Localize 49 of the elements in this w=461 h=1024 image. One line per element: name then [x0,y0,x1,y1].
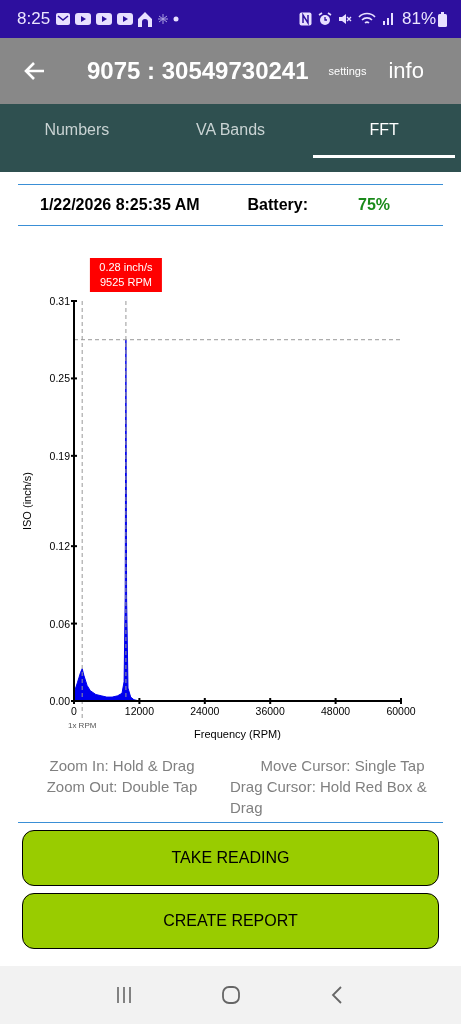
y-tick-label: 0.25 [49,372,70,385]
tooltip-text: 9525 RPM [99,276,152,288]
tooltip-text: 0.28 inch/s [99,261,153,273]
x-tick-label: 24000 [190,705,220,717]
mute-icon [337,12,352,26]
home-icon [137,11,154,27]
hint-text: Move Cursor: Single Tap [260,756,425,776]
battery-value: 75% [358,196,390,214]
battery-percent: 81% [401,9,436,29]
play-icon [74,12,93,26]
hint-text: Drag Cursor: Hold Red Box & Drag [230,777,428,818]
wifi-icon [357,12,376,26]
y-tick-label: 0.00 [49,695,70,707]
x-tick-label: 0 [71,705,77,717]
back-arrow-icon[interactable] [23,61,45,81]
nfc-icon [298,12,312,26]
alarm-icon [317,12,332,26]
play-icon [95,12,114,26]
info-button[interactable]: info [388,58,424,84]
play-icon [116,12,135,26]
settings-button[interactable]: settings [328,65,367,77]
y-tick-label: 0.19 [49,449,70,462]
hint-text: Zoom In: Hold & Drag [49,756,195,776]
y-tick-label: 0.06 [49,617,70,630]
marker-label: 1x RPM [67,721,97,730]
y-tick-label: 0.12 [49,540,70,553]
action-button[interactable]: TAKE READING [22,830,439,886]
dot-icon [173,16,180,22]
tab[interactable]: FFT [313,104,455,158]
screen-title: 9075 : 30549730241 [87,57,309,85]
tab[interactable]: VA Bands [159,104,302,158]
hint-text: Zoom Out: Double Tap [46,777,198,797]
x-axis-label: Frequency (RPM) [194,728,281,740]
battery-label: Battery: [247,196,308,214]
clock-time: 8:25 [17,9,51,29]
x-tick-label: 60000 [386,705,416,717]
sparkle-icon [156,13,171,25]
home-button-icon[interactable] [220,985,241,1005]
x-tick-label: 36000 [255,705,285,717]
x-tick-label: 48000 [321,705,351,717]
signal-icon [381,12,394,26]
y-tick-label: 0.31 [49,295,70,307]
reading-timestamp: 1/22/2026 8:25:35 AM [40,196,200,214]
mail-icon [55,12,72,26]
battery-icon [438,11,447,27]
action-button[interactable]: CREATE REPORT [22,893,439,949]
y-axis-label: ISO (inch/s) [21,471,33,531]
x-tick-label: 12000 [124,705,154,717]
tab[interactable]: Numbers [6,104,148,158]
